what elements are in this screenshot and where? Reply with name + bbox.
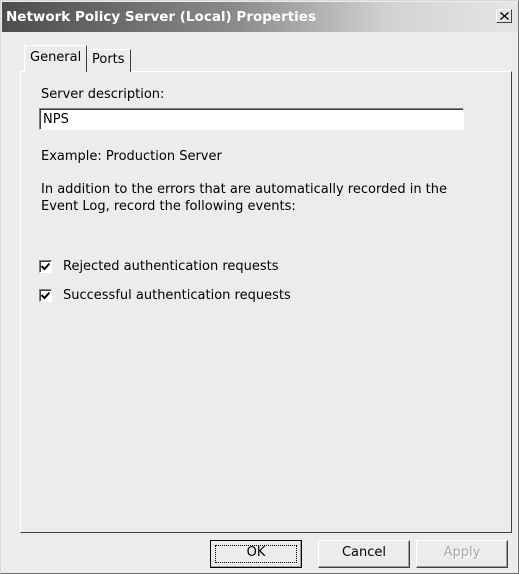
ok-button[interactable]: OK [210,540,302,568]
server-description-input[interactable] [39,108,464,130]
tab-ports-label: Ports [92,52,125,67]
title-bar[interactable]: Network Policy Server (Local) Properties [2,2,518,32]
cancel-button[interactable]: Cancel [318,540,410,568]
close-button[interactable] [496,9,512,23]
example-text: Example: Production Server [41,149,222,164]
apply-button-label: Apply [443,545,481,560]
close-icon [500,12,509,20]
tab-ports[interactable]: Ports [86,49,131,72]
properties-dialog: Network Policy Server (Local) Properties… [0,0,519,574]
window-title: Network Policy Server (Local) Properties [6,9,316,25]
checkmark-icon [41,291,50,300]
apply-button[interactable]: Apply [416,540,508,568]
events-info-text: In addition to the errors that are autom… [41,182,448,214]
rejected-requests-checkbox[interactable] [39,260,52,273]
rejected-requests-label: Rejected authentication requests [63,259,279,274]
successful-requests-checkbox[interactable] [39,289,52,302]
ok-button-label: OK [246,545,266,560]
server-description-label: Server description: [41,87,165,102]
tab-general-label: General [30,50,82,65]
tab-general[interactable]: General [24,45,88,72]
cancel-button-label: Cancel [341,545,387,560]
successful-requests-label: Successful authentication requests [63,288,291,303]
checkmark-icon [41,262,50,271]
